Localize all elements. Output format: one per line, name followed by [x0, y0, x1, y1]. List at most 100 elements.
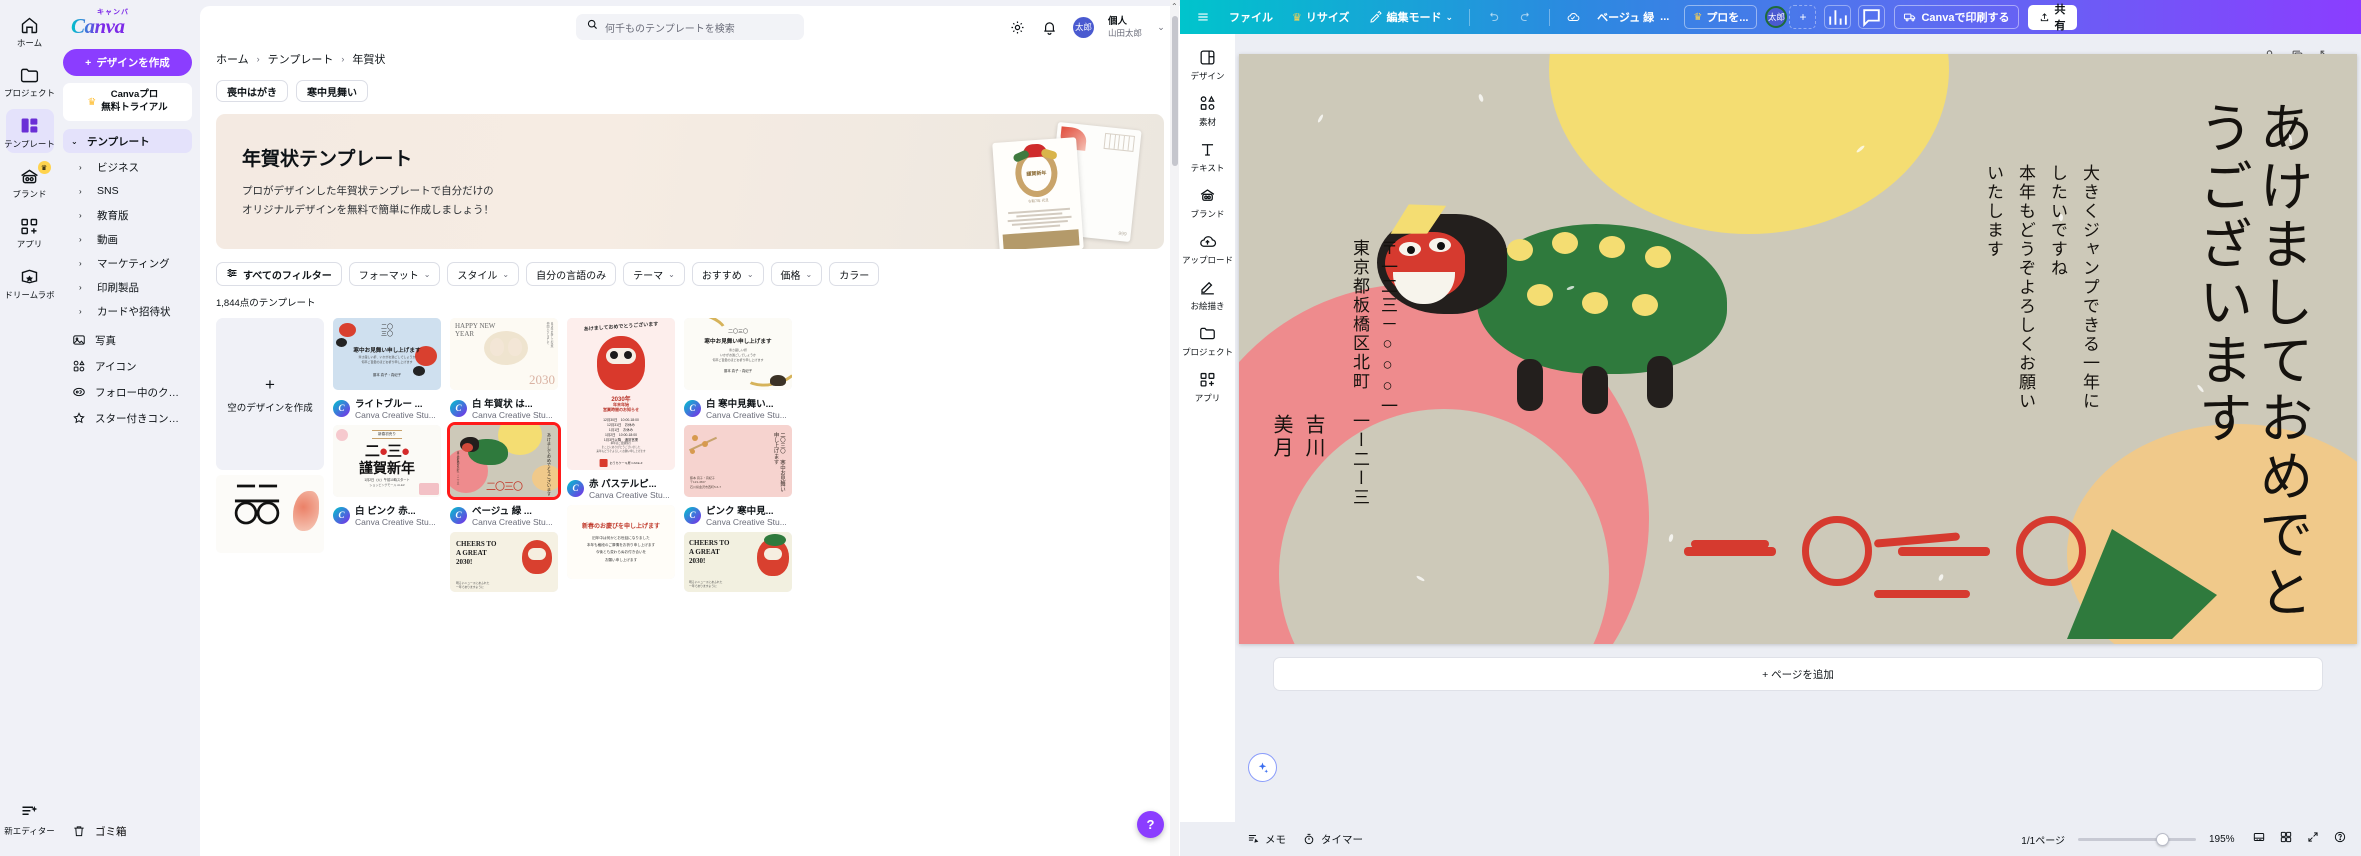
print-with-canva-button[interactable]: Canvaで印刷する: [1894, 5, 2019, 29]
template-thumbnail[interactable]: CHEERS TO A GREAT 2030! 明るいニュースにあふれた 一年でありま…: [684, 532, 792, 592]
canvas-name-last[interactable]: 吉川: [1299, 414, 1328, 460]
template-thumbnail[interactable]: HAPPY NEW YEAR 2030 良き年を新しい家族 仲間入りしました: [450, 318, 558, 390]
filter-all[interactable]: すべてのフィルター: [216, 262, 342, 286]
rail-item-projects[interactable]: プロジェクト: [4, 58, 55, 102]
canvas-message-line1[interactable]: 大きくジャンプできる一年に: [2077, 164, 2102, 411]
template-thumbnail[interactable]: あけましておめでとうございます 2030年 年末年始 営業時間のお知らせ 12月3…: [567, 318, 675, 470]
fullscreen-icon[interactable]: [2306, 830, 2320, 849]
filter-language[interactable]: 自分の言語のみ: [526, 262, 617, 286]
canva-logo[interactable]: キャンバ Canva: [71, 9, 192, 39]
rail-item-templates[interactable]: テンプレート: [4, 108, 55, 154]
comment-button[interactable]: [1858, 5, 1886, 29]
sidebar-item-business[interactable]: › ビジネス: [63, 155, 192, 179]
redo-button[interactable]: [1511, 5, 1541, 29]
edit-mode-button[interactable]: 編集モード ⌄: [1361, 5, 1462, 29]
zoom-slider-knob[interactable]: [2156, 832, 2169, 846]
sidebar-section-templates[interactable]: ⌄ テンプレート: [63, 129, 192, 153]
sidebar-item-icons[interactable]: アイコン: [63, 353, 192, 379]
design-canvas[interactable]: あけましておめでとうございます 大きくジャンプできる一年に したいですね 本年も…: [1239, 54, 2357, 644]
gear-icon[interactable]: [1009, 18, 1027, 36]
canvas-year-mark[interactable]: [1684, 516, 2086, 586]
share-button[interactable]: 共有: [2027, 4, 2077, 32]
resize-button[interactable]: ♛ リサイズ: [1284, 5, 1358, 29]
avatar[interactable]: 太郎: [1072, 16, 1094, 38]
canvas-message-line4[interactable]: いたします: [1981, 164, 2006, 259]
template-thumbnail[interactable]: 新春初売り 二●三● 謹賀新年 1月2日（火）午前10時スタート ショッピングモ…: [333, 425, 441, 497]
sidebar-item-text[interactable]: テキスト: [1183, 134, 1233, 178]
notes-button[interactable]: メモ: [1246, 832, 1286, 847]
template-meta[interactable]: C 白 年賀状 は... Canva Creative Stu...: [450, 395, 558, 420]
undo-button[interactable]: [1478, 5, 1508, 29]
template-thumbnail[interactable]: CHEERS TO A GREAT 2030! 明るいニュースにあふれた 一年でありま…: [450, 532, 558, 592]
breadcrumb-nengajo[interactable]: 年賀状: [352, 51, 385, 67]
user-info[interactable]: 個人 山田太郎: [1108, 16, 1142, 38]
template-meta[interactable]: C 赤 パステルピ... Canva Creative Stu...: [567, 475, 675, 500]
sidebar-item-elements[interactable]: 素材: [1183, 88, 1233, 132]
filter-format[interactable]: フォーマット ⌄: [348, 262, 441, 286]
sidebar-item-marketing[interactable]: › マーケティング: [63, 251, 192, 275]
cloud-status-button[interactable]: [1558, 5, 1588, 29]
avatar[interactable]: 太郎: [1765, 6, 1788, 28]
file-menu-button[interactable]: ファイル: [1221, 5, 1281, 29]
scrollbar-thumb[interactable]: [1171, 16, 1178, 166]
template-meta[interactable]: C 白 ピンク 赤... Canva Creative Stu...: [333, 502, 441, 527]
filter-color[interactable]: カラー: [829, 262, 880, 286]
sidebar-item-upload[interactable]: アップロード: [1182, 226, 1233, 270]
help-icon[interactable]: [2333, 830, 2347, 849]
template-thumbnail[interactable]: 二〇 三〇 寒中お見舞い申し上げます 寒さ厳しい折、いかがお過ごしでしょうか 何卒ご…: [333, 318, 441, 390]
template-meta[interactable]: C ライトブルー ... Canva Creative Stu...: [333, 395, 441, 420]
sidebar-item-photos[interactable]: 写真: [63, 327, 192, 353]
help-button[interactable]: ?: [1137, 811, 1164, 838]
template-meta[interactable]: C ベージュ 緑 ... Canva Creative Stu...: [450, 502, 558, 527]
zoom-slider[interactable]: [2078, 832, 2196, 846]
grid-icon[interactable]: [2279, 830, 2293, 849]
sidebar-item-projects[interactable]: プロジェクト: [1182, 318, 1233, 362]
bell-icon[interactable]: [1041, 18, 1059, 36]
template-thumbnail[interactable]: 二〇三〇 寒中お見舞い申し上げます 寒さ厳しい折 いかがお過ごしでしょうか 何卒ご自…: [684, 318, 792, 390]
filter-price[interactable]: 価格 ⌄: [770, 262, 823, 286]
template-thumbnail-selected[interactable]: あけましておめでとうございます 二〇三〇 東京都板橋区北町一ー二ー三: [447, 422, 561, 500]
breadcrumb-templates[interactable]: テンプレート: [268, 51, 334, 67]
filter-recommended[interactable]: おすすめ ⌄: [691, 262, 764, 286]
canvas-postal-code[interactable]: 〒一二三－○○○一: [1375, 239, 1400, 416]
pill-mochu-hagaki[interactable]: 喪中はがき: [216, 80, 288, 102]
add-collaborator-button[interactable]: +: [1789, 5, 1817, 29]
sidebar-item-draw[interactable]: お絵描き: [1183, 272, 1233, 316]
template-thumbnail[interactable]: 二〇三〇 寒中お見舞い申し上げます 藤本 真子・真紀子 〒123-4567 石川県金…: [684, 425, 792, 497]
template-thumbnail[interactable]: 新春のお慶びを申し上げます 旧年中は何かとお世話になりました 本年も格段のご厚情を…: [567, 505, 675, 579]
canvas-name-first[interactable]: 美月: [1267, 414, 1296, 460]
sidebar-item-apps[interactable]: アプリ: [1183, 364, 1233, 408]
chevron-down-icon[interactable]: ⌄: [1156, 18, 1166, 36]
rail-item-home[interactable]: ホーム: [6, 8, 54, 52]
analytics-button[interactable]: [1824, 5, 1852, 29]
canvas-address[interactable]: 東京都板橋区北町 一ー二ー三: [1347, 239, 1372, 507]
template-thumbnail[interactable]: 二二 〇〇: [216, 475, 324, 553]
scroll-up-arrow[interactable]: ⌃: [1171, 2, 1178, 11]
sidebar-item-starred[interactable]: スター付きコンテンツ: [63, 405, 192, 431]
fit-icon[interactable]: [2252, 830, 2266, 849]
sidebar-item-print[interactable]: › 印刷製品: [63, 275, 192, 299]
template-meta[interactable]: C 白 寒中見舞い... Canva Creative Stu...: [684, 395, 792, 420]
magic-studio-button[interactable]: [1248, 753, 1277, 782]
rail-item-brand[interactable]: ♛ ブランド: [6, 159, 54, 203]
canvas-message-line2[interactable]: したいですね: [2045, 164, 2070, 278]
create-blank-design-tile[interactable]: + 空のデザインを作成: [216, 318, 324, 470]
canva-pro-trial-card[interactable]: ♛ Canvaプロ 無料トライアル: [63, 83, 192, 121]
hamburger-menu-button[interactable]: [1188, 5, 1218, 29]
filter-theme[interactable]: テーマ ⌄: [623, 262, 685, 286]
sidebar-item-brand[interactable]: ブランド: [1183, 180, 1233, 224]
template-meta[interactable]: C ピンク 寒中見... Canva Creative Stu...: [684, 502, 792, 527]
canvas-message-line3[interactable]: 本年もどうぞよろしくお願い: [2013, 164, 2038, 411]
sidebar-item-education[interactable]: › 教育版: [63, 203, 192, 227]
rail-item-new-editor[interactable]: 新エディター: [4, 796, 55, 840]
sidebar-item-creators[interactable]: フォロー中のクリエイ...: [63, 379, 192, 405]
document-title[interactable]: ベージュ 緑 ...: [1597, 9, 1669, 25]
breadcrumb-home[interactable]: ホーム: [216, 51, 249, 67]
add-page-button[interactable]: + ページを追加: [1273, 657, 2323, 691]
canvas-greeting-text[interactable]: あけましておめでとうございます: [2190, 100, 2311, 644]
rail-item-apps[interactable]: アプリ: [6, 209, 54, 253]
sidebar-item-cards[interactable]: › カードや招待状: [63, 299, 192, 323]
timer-button[interactable]: タイマー: [1302, 832, 1363, 847]
rail-item-dreamlab[interactable]: ドリームラボ: [4, 260, 55, 304]
sidebar-item-video[interactable]: › 動画: [63, 227, 192, 251]
